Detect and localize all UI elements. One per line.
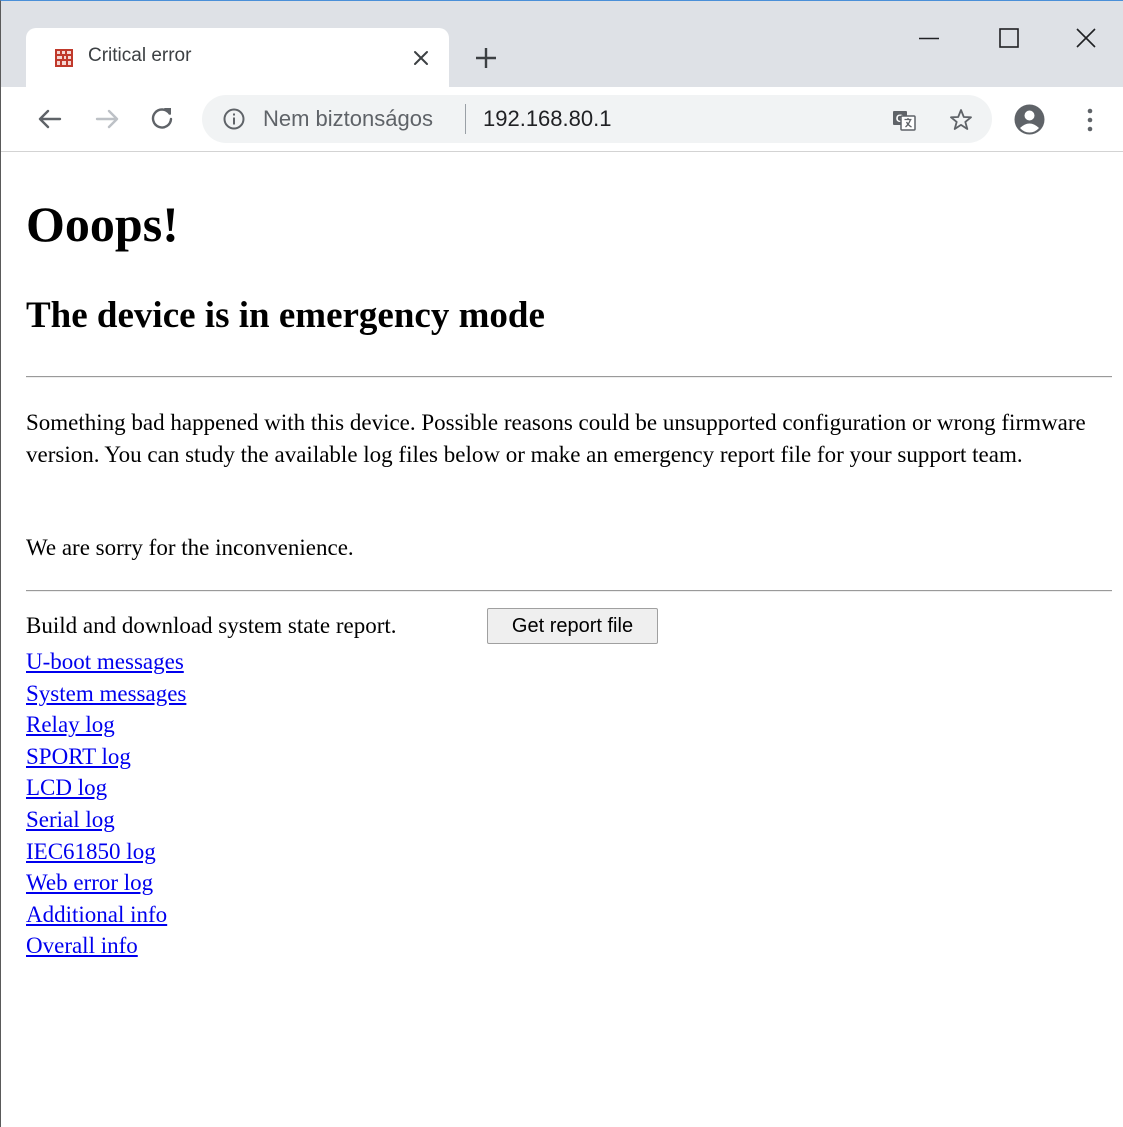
device-favicon-icon bbox=[55, 49, 73, 67]
url-text[interactable]: 192.168.80.1 bbox=[483, 106, 611, 132]
address-bar[interactable]: Nem biztonságos 192.168.80.1 G bbox=[202, 95, 992, 143]
maximize-icon[interactable] bbox=[996, 25, 1022, 51]
horizontal-divider bbox=[26, 590, 1112, 592]
log-link-list: U-boot messages System messages Relay lo… bbox=[26, 646, 626, 962]
report-label: Build and download system state report. bbox=[26, 613, 397, 638]
link-sport-log[interactable]: SPORT log bbox=[26, 741, 626, 773]
page-content: Ooops! The device is in emergency mode S… bbox=[1, 152, 1123, 1127]
back-arrow-icon[interactable] bbox=[35, 104, 65, 134]
browser-menu-icon[interactable] bbox=[1078, 105, 1102, 135]
browser-toolbar: Nem biztonságos 192.168.80.1 G bbox=[1, 87, 1123, 152]
error-description: Something bad happened with this device.… bbox=[26, 410, 1086, 467]
window-close-icon[interactable] bbox=[1073, 25, 1099, 51]
security-status-label[interactable]: Nem biztonságos bbox=[263, 106, 433, 132]
tab-strip: Critical error bbox=[1, 1, 1123, 87]
url-divider bbox=[465, 104, 466, 134]
tab-critical-error[interactable]: Critical error bbox=[26, 28, 449, 87]
page-title: Ooops! bbox=[26, 196, 179, 252]
link-iec61850-log[interactable]: IEC61850 log bbox=[26, 836, 626, 868]
apology-text: We are sorry for the inconvenience. bbox=[26, 535, 354, 560]
link-u-boot-messages[interactable]: U-boot messages bbox=[26, 646, 626, 678]
link-additional-info[interactable]: Additional info bbox=[26, 899, 626, 931]
minimize-icon[interactable] bbox=[916, 25, 942, 51]
link-overall-info[interactable]: Overall info bbox=[26, 930, 626, 962]
reload-icon[interactable] bbox=[147, 104, 177, 134]
forward-arrow-icon[interactable] bbox=[92, 104, 122, 134]
link-serial-log[interactable]: Serial log bbox=[26, 804, 626, 836]
horizontal-divider bbox=[26, 376, 1112, 378]
new-tab-icon[interactable] bbox=[473, 45, 499, 71]
bookmark-star-icon[interactable] bbox=[948, 107, 974, 133]
link-lcd-log[interactable]: LCD log bbox=[26, 772, 626, 804]
link-web-error-log[interactable]: Web error log bbox=[26, 867, 626, 899]
link-system-messages[interactable]: System messages bbox=[26, 678, 626, 710]
link-relay-log[interactable]: Relay log bbox=[26, 709, 626, 741]
page-subtitle: The device is in emergency mode bbox=[26, 295, 545, 336]
info-icon[interactable] bbox=[222, 107, 246, 131]
profile-avatar-icon[interactable] bbox=[1013, 103, 1046, 136]
translate-icon[interactable]: G bbox=[892, 108, 916, 132]
tab-close-icon[interactable] bbox=[409, 46, 433, 70]
tab-title: Critical error bbox=[88, 45, 192, 66]
browser-window: Critical error Nem biztonságos 192.168.8… bbox=[0, 0, 1123, 1127]
get-report-file-button[interactable]: Get report file bbox=[487, 608, 658, 644]
